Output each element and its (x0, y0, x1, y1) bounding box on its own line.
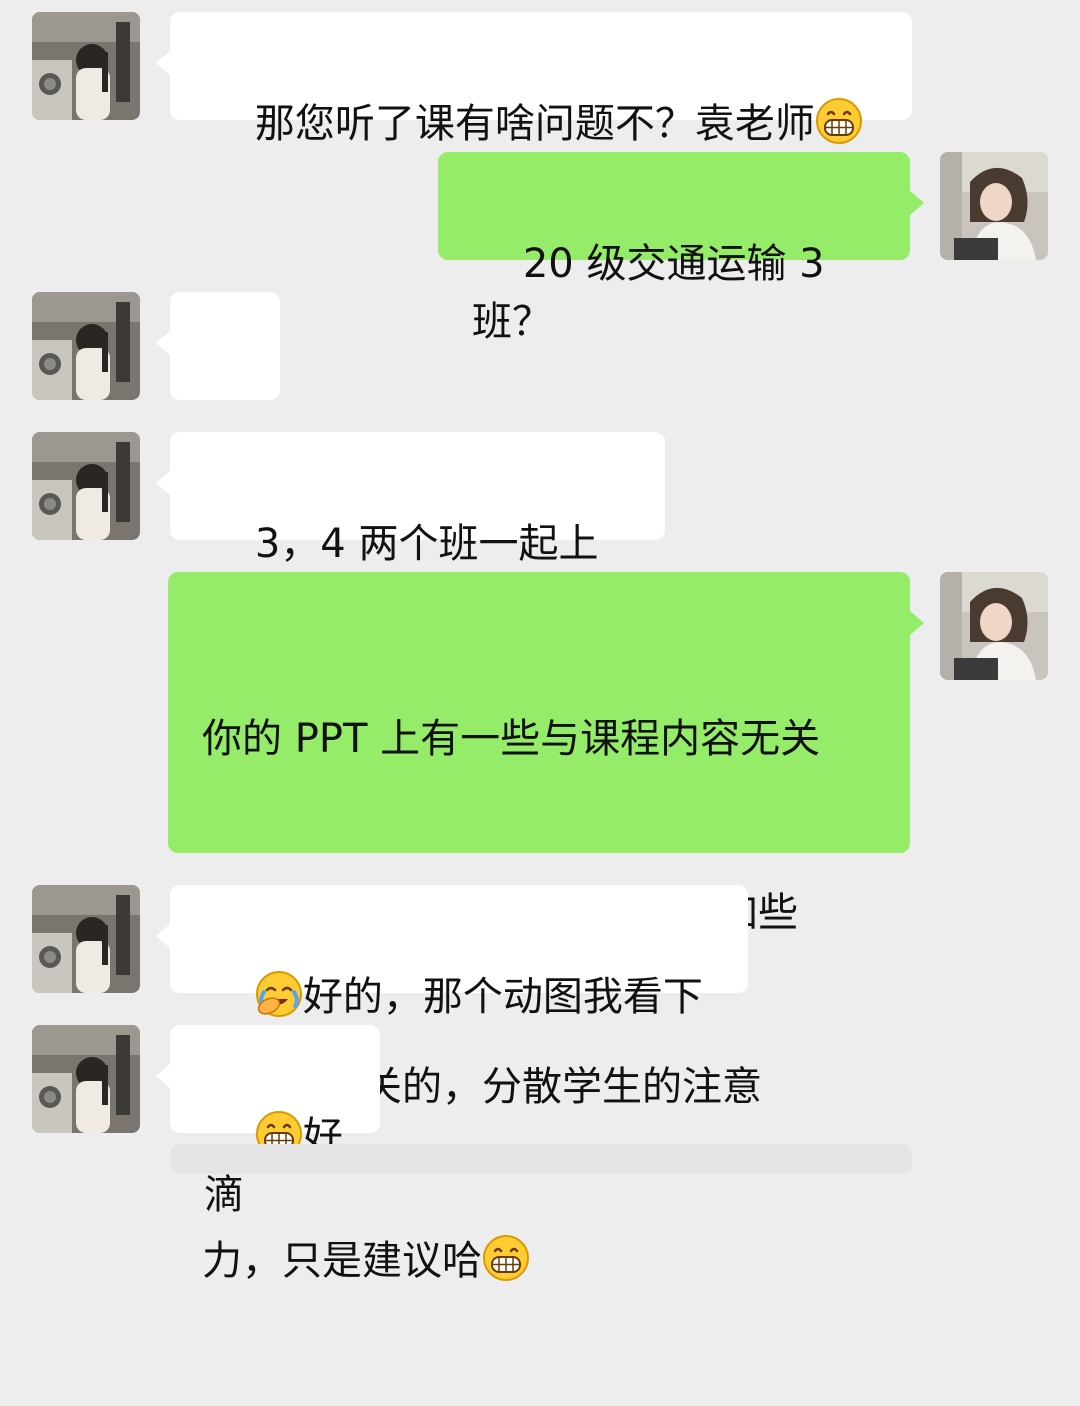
message-text-line: 你的 PPT 上有一些与课程内容无关 (202, 716, 821, 762)
contact-avatar[interactable] (32, 885, 140, 993)
contact-avatar[interactable] (32, 432, 140, 540)
grinning-emoji-icon (815, 97, 863, 145)
grinning-emoji-icon (482, 1234, 530, 1282)
incoming-message-bubble[interactable]: 对 (156, 292, 280, 485)
incoming-message-bubble[interactable]: 好的，那个动图我看下 (156, 885, 748, 1020)
my-avatar[interactable] (940, 572, 1048, 680)
incoming-message-bubble[interactable]: 3，4 两个班一起上的 (156, 432, 665, 625)
contact-avatar[interactable] (32, 292, 140, 400)
message-text-line: 力，只是建议哈 (202, 1238, 482, 1284)
contact-avatar-photo (32, 1025, 140, 1133)
contact-avatar-photo (32, 292, 140, 400)
facepalm-laughing-emoji-icon (255, 970, 303, 1018)
incoming-message-bubble[interactable]: 好滴 (156, 1025, 380, 1218)
message-text: 好的，那个动图我看下 (302, 974, 703, 1020)
contact-avatar[interactable] (32, 1025, 140, 1133)
contact-avatar-photo (32, 12, 140, 120)
next-message-bubble-partial[interactable] (170, 1144, 912, 1174)
message-text: 那您听了课有啥问题不？袁老师 (254, 101, 815, 147)
my-avatar-photo (940, 572, 1048, 680)
my-avatar-photo (940, 152, 1048, 260)
contact-avatar-photo (32, 885, 140, 993)
outgoing-message-bubble[interactable]: 20 级交通运输 3 班？ (438, 152, 924, 345)
my-avatar[interactable] (940, 152, 1048, 260)
contact-avatar[interactable] (32, 12, 140, 120)
contact-avatar-photo (32, 432, 140, 540)
outgoing-message-bubble[interactable]: 你的 PPT 上有一些与课程内容无关 的 gif 动图，最好去掉，或者加些 和内… (168, 572, 924, 1284)
incoming-message-bubble[interactable]: 那您听了课有啥问题不？袁老师 (156, 12, 912, 147)
message-text: 20 级交通运输 3 班？ (472, 241, 838, 345)
